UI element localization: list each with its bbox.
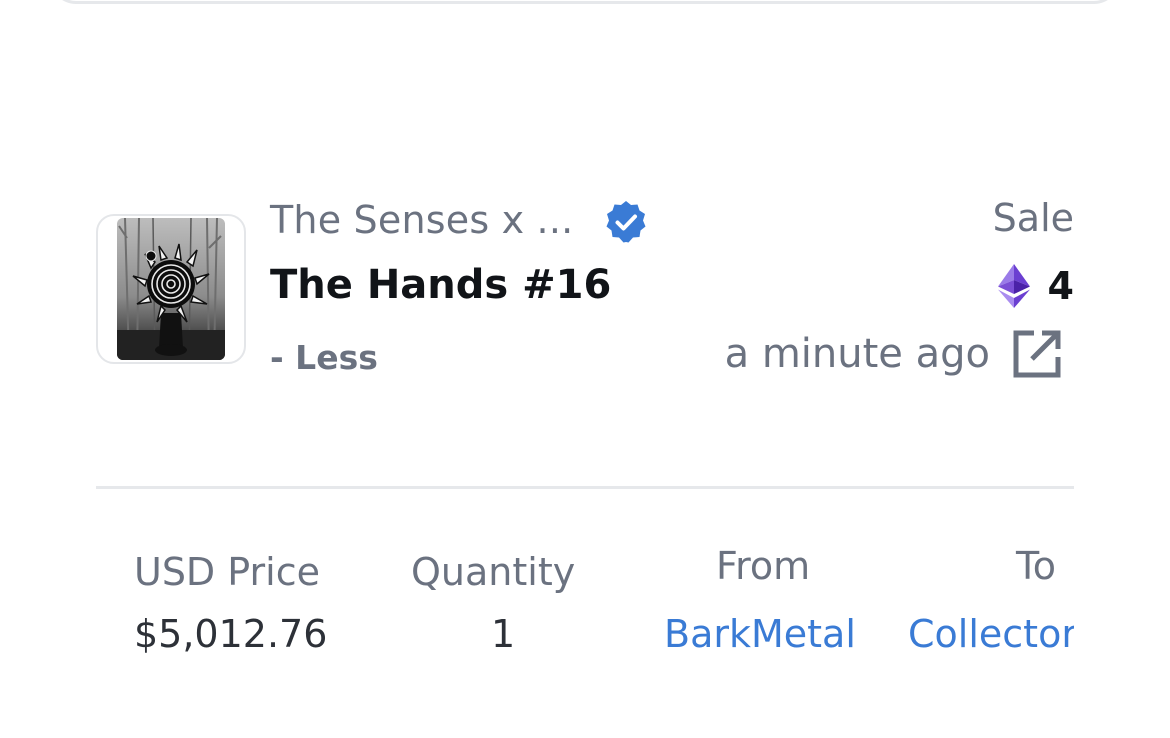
quantity-label: Quantity bbox=[411, 550, 576, 594]
sale-price: 4 bbox=[997, 262, 1074, 310]
nft-thumbnail[interactable] bbox=[96, 214, 246, 364]
external-link-icon[interactable] bbox=[1010, 327, 1064, 381]
section-divider bbox=[96, 486, 1074, 489]
usd-price-label: USD Price bbox=[134, 550, 320, 594]
usd-price-value: $5,012.76 bbox=[134, 612, 328, 656]
from-address-link[interactable]: BarkMetal bbox=[664, 612, 856, 656]
item-name[interactable]: The Hands #16 bbox=[270, 262, 611, 308]
to-address-link[interactable]: Collector bbox=[908, 612, 1074, 656]
timestamp-row: a minute ago bbox=[725, 326, 1064, 382]
show-less-toggle[interactable]: - Less bbox=[270, 338, 378, 377]
time-ago: a minute ago bbox=[724, 331, 990, 377]
previous-card-edge bbox=[50, 0, 1120, 4]
price-value: 4 bbox=[1047, 264, 1074, 308]
collection-name[interactable]: The Senses x ... bbox=[270, 198, 573, 242]
ethereum-icon bbox=[997, 264, 1030, 308]
to-label: To bbox=[1016, 544, 1057, 588]
nft-artwork-image bbox=[117, 218, 225, 360]
event-type-label: Sale bbox=[992, 196, 1074, 240]
quantity-value: 1 bbox=[491, 612, 516, 656]
verified-badge-icon bbox=[606, 201, 646, 243]
from-label: From bbox=[716, 544, 811, 588]
transaction-details: USD Price $5,012.76 Quantity 1 From Bark… bbox=[96, 540, 1074, 670]
